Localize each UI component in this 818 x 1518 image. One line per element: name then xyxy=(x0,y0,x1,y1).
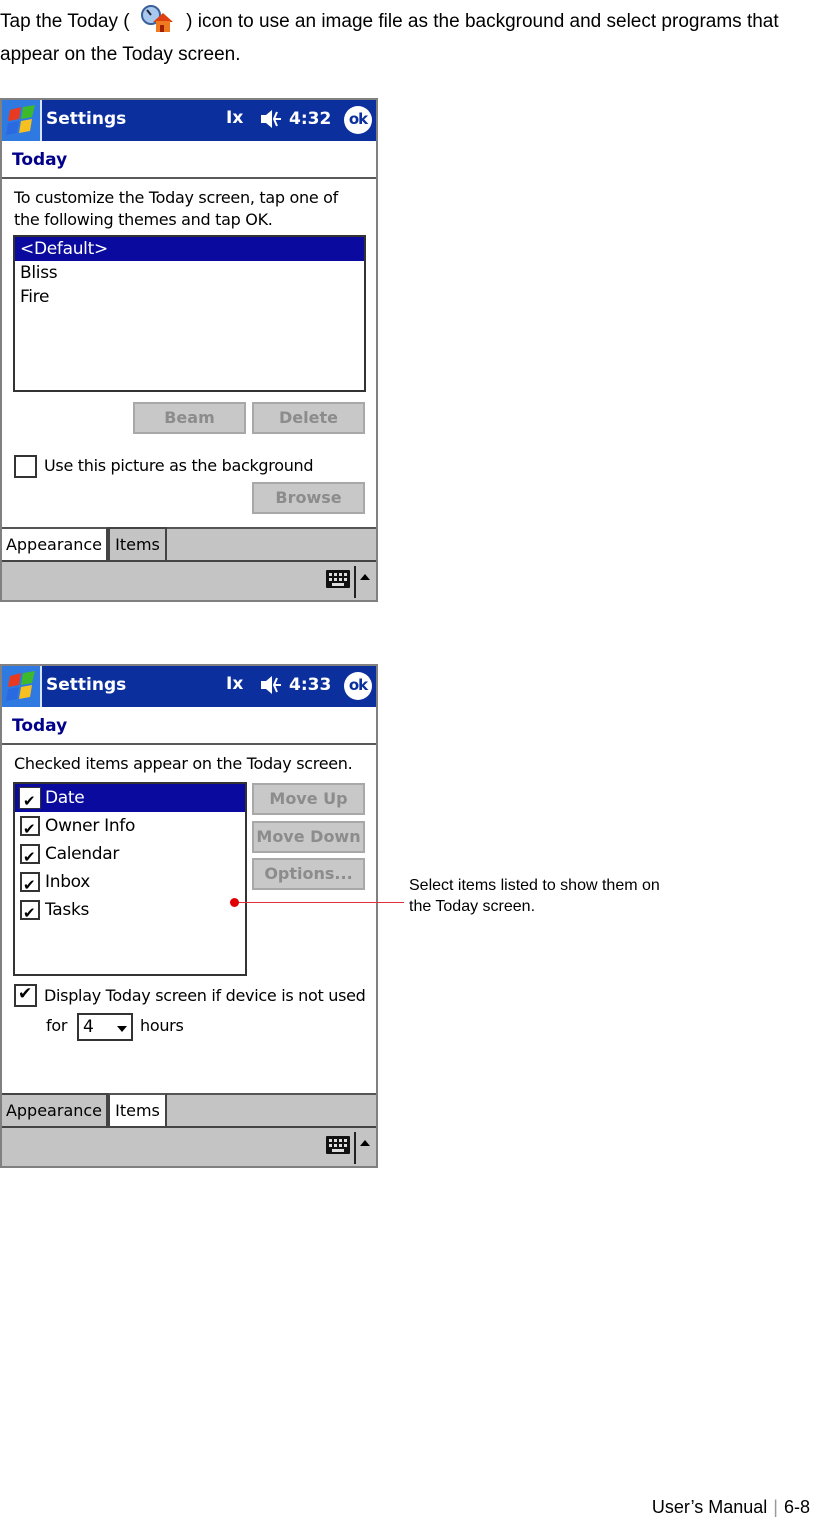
theme-list[interactable]: <Default> Bliss Fire xyxy=(13,235,366,392)
tab-appearance[interactable]: Appearance xyxy=(2,1093,108,1127)
tab-bar: Appearance Items xyxy=(2,1093,376,1127)
clock[interactable]: 4:32 xyxy=(289,109,331,129)
background-checkbox[interactable] xyxy=(14,455,37,478)
menu-bar xyxy=(2,1126,376,1166)
start-menu-button[interactable] xyxy=(2,100,42,141)
ok-button[interactable]: ok xyxy=(344,106,372,134)
page-heading: Today xyxy=(2,141,376,179)
today-settings-items-screen: Settings Ix 4:33 ok Today Checked items … xyxy=(0,664,378,1168)
tab-items[interactable]: Items xyxy=(108,527,167,561)
today-item[interactable]: Inbox xyxy=(15,868,245,899)
manual-title: User’s Manual xyxy=(651,1497,768,1517)
start-menu-button[interactable] xyxy=(2,666,42,707)
menu-separator xyxy=(354,566,356,598)
windows-flag-icon xyxy=(6,671,35,701)
keyboard-icon[interactable] xyxy=(326,570,350,588)
theme-item[interactable]: Fire xyxy=(15,285,364,309)
display-today-checkbox[interactable] xyxy=(14,984,37,1007)
volume-icon[interactable] xyxy=(258,106,284,136)
tab-items[interactable]: Items xyxy=(108,1093,167,1127)
footer-separator: | xyxy=(773,1497,778,1517)
today-item[interactable]: Date xyxy=(15,784,245,815)
connectivity-icon[interactable]: Ix xyxy=(226,674,243,694)
chevron-down-icon xyxy=(117,1026,127,1032)
instruction-text: To customize the Today screen, tap one o… xyxy=(14,188,338,229)
for-label: for xyxy=(46,1016,68,1035)
intro-text-start: Tap the Today ( xyxy=(0,11,135,32)
delete-button[interactable]: Delete xyxy=(252,402,365,434)
callout-leader-line xyxy=(234,902,404,903)
move-down-button[interactable]: Move Down xyxy=(252,821,365,853)
page-heading: Today xyxy=(2,707,376,745)
browse-button[interactable]: Browse xyxy=(252,482,365,514)
display-today-label: Display Today screen if device is not us… xyxy=(44,986,366,1005)
today-settings-appearance-screen: Settings Ix 4:32 ok Today To customize t… xyxy=(0,98,378,602)
background-checkbox-label: Use this picture as the background xyxy=(44,456,314,475)
clock[interactable]: 4:33 xyxy=(289,675,331,695)
hours-label: hours xyxy=(140,1016,184,1035)
tab-bar: Appearance Items xyxy=(2,527,376,561)
item-checkbox[interactable] xyxy=(20,843,40,871)
intro-paragraph: Tap the Today ( ) icon to use an image f… xyxy=(0,4,818,71)
callout-text: Select items listed to show them on the … xyxy=(409,877,660,915)
item-checkbox[interactable] xyxy=(20,899,40,927)
today-item[interactable]: Calendar xyxy=(15,840,245,871)
callout-dot xyxy=(230,898,239,907)
today-item[interactable]: Owner Info xyxy=(15,812,245,843)
item-checkbox[interactable] xyxy=(20,871,40,899)
menu-bar xyxy=(2,560,376,600)
ok-button[interactable]: ok xyxy=(344,672,372,700)
page-number: 6-8 xyxy=(783,1497,810,1517)
tab-appearance[interactable]: Appearance xyxy=(2,527,108,561)
today-settings-icon xyxy=(135,4,181,34)
input-panel-arrow-icon[interactable] xyxy=(360,1140,370,1146)
volume-icon[interactable] xyxy=(258,672,284,702)
instruction-text: Checked items appear on the Today screen… xyxy=(14,754,353,773)
hours-dropdown[interactable]: 4 xyxy=(77,1013,133,1041)
windows-flag-icon xyxy=(6,105,35,135)
title-bar: Settings Ix 4:33 ok xyxy=(2,666,376,707)
input-panel-arrow-icon[interactable] xyxy=(360,574,370,580)
connectivity-icon[interactable]: Ix xyxy=(226,108,243,128)
app-title: Settings xyxy=(46,109,127,129)
move-up-button[interactable]: Move Up xyxy=(252,783,365,815)
keyboard-icon[interactable] xyxy=(326,1136,350,1154)
beam-button[interactable]: Beam xyxy=(133,402,246,434)
today-item[interactable]: Tasks xyxy=(15,896,245,927)
item-checkbox[interactable] xyxy=(20,815,40,843)
menu-separator xyxy=(354,1132,356,1164)
theme-item[interactable]: Bliss xyxy=(15,261,364,285)
theme-item[interactable]: <Default> xyxy=(15,237,364,261)
title-bar: Settings Ix 4:32 ok xyxy=(2,100,376,141)
item-checkbox[interactable] xyxy=(19,787,41,815)
today-items-list[interactable]: Date Owner Info Calendar Inbox Tasks xyxy=(13,782,247,976)
page-footer: User’s Manual | 6-8 xyxy=(652,1497,810,1518)
options-button[interactable]: Options... xyxy=(252,858,365,890)
app-title: Settings xyxy=(46,675,127,695)
